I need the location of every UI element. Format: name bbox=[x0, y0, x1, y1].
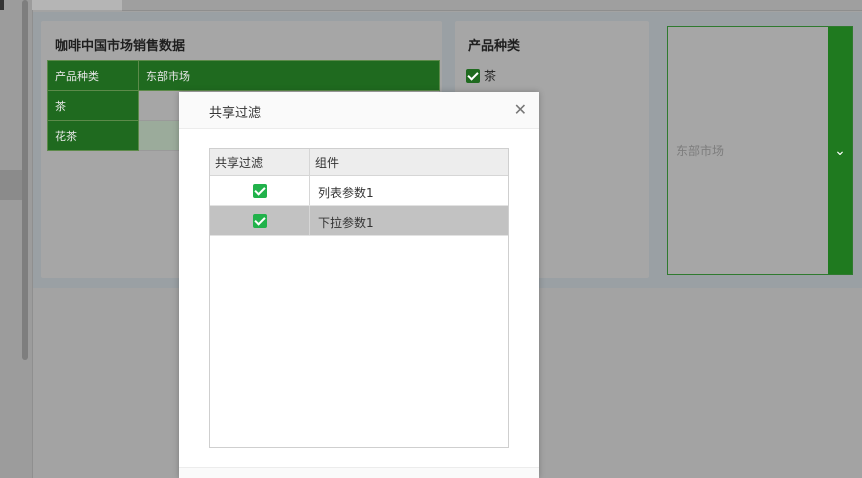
dropdown-widget[interactable]: 东部市场 ⌄ bbox=[667, 26, 853, 275]
table-row-header[interactable]: 花茶 bbox=[47, 120, 139, 151]
row-component-name: 下拉参数1 bbox=[318, 216, 374, 230]
grid-row[interactable]: 列表参数1 bbox=[210, 176, 508, 206]
checkbox-checked-icon[interactable] bbox=[466, 68, 480, 83]
checkbox-item[interactable]: 茶 bbox=[466, 67, 496, 84]
dialog-title: 共享过滤 bbox=[209, 106, 262, 121]
sidebar-active-item[interactable] bbox=[0, 170, 22, 200]
checkbox-item-label: 茶 bbox=[484, 69, 497, 83]
row-checkbox-cell[interactable] bbox=[210, 176, 310, 205]
checkbox-checked-icon[interactable] bbox=[252, 183, 267, 198]
table-row-header[interactable]: 茶 bbox=[47, 90, 139, 121]
column-header-share[interactable]: 共享过滤 bbox=[215, 154, 263, 171]
grid-header: 共享过滤 组件 bbox=[210, 149, 508, 176]
table-header-cell[interactable]: 东部市场 bbox=[138, 60, 440, 91]
table-header-cell[interactable]: 产品种类 bbox=[47, 60, 139, 91]
row-checkbox-cell[interactable] bbox=[210, 206, 310, 235]
table-widget-title: 咖啡中国市场销售数据 bbox=[55, 39, 186, 54]
column-header-component[interactable]: 组件 bbox=[315, 154, 339, 171]
dropdown-value: 东部市场 bbox=[676, 144, 725, 158]
table-header-row: 产品种类 东部市场 bbox=[47, 60, 440, 91]
grid-row-selected[interactable]: 下拉参数1 bbox=[210, 206, 508, 236]
dialog-footer bbox=[179, 467, 539, 478]
top-toolbar bbox=[122, 0, 862, 11]
dialog-header: 共享过滤 ✕ bbox=[179, 92, 539, 129]
share-filter-dialog: 共享过滤 ✕ 共享过滤 组件 列表参数1 下拉参数1 bbox=[179, 92, 539, 478]
sidebar-scrollbar[interactable] bbox=[22, 0, 28, 360]
share-filter-grid: 共享过滤 组件 列表参数1 下拉参数1 bbox=[209, 148, 509, 448]
checkbox-checked-icon[interactable] bbox=[252, 213, 267, 228]
close-icon[interactable]: ✕ bbox=[514, 100, 527, 119]
column-divider bbox=[309, 149, 310, 175]
left-sidebar bbox=[0, 0, 33, 478]
row-component-name: 列表参数1 bbox=[318, 186, 374, 200]
checkbox-widget-title: 产品种类 bbox=[468, 39, 521, 54]
chevron-down-icon[interactable]: ⌄ bbox=[828, 27, 852, 274]
sidebar-top-icon bbox=[0, 0, 4, 10]
top-tab[interactable] bbox=[32, 0, 123, 10]
